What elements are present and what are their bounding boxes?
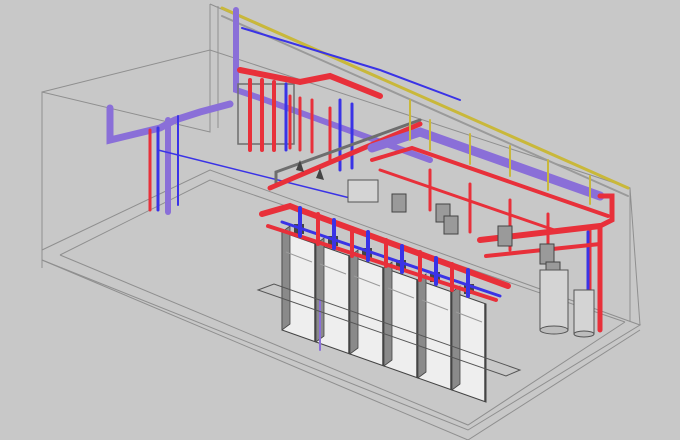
corner-right <box>629 187 641 326</box>
expansion-tank-2 <box>573 289 595 335</box>
boiler-side <box>451 285 461 391</box>
pump-verticals <box>288 94 332 162</box>
pump-5 <box>539 243 555 265</box>
boiler-unit <box>349 248 385 367</box>
boiler-unit <box>383 260 419 379</box>
pump-3 <box>443 215 459 235</box>
mechanical-room-diagram <box>0 0 680 440</box>
boiler-unit <box>315 236 351 355</box>
boiler-unit <box>417 272 453 391</box>
isometric-piping-drawing <box>41 3 642 440</box>
boiler-side <box>349 249 359 355</box>
air-separator <box>347 179 379 203</box>
pump-rack-reds <box>248 78 276 152</box>
supply-diagonal <box>267 121 423 191</box>
expansion-tank-2-base <box>573 330 595 338</box>
header-purple-main <box>367 127 605 201</box>
ceiling-outline <box>41 49 631 189</box>
boiler-side <box>417 273 427 379</box>
pump-1 <box>391 193 407 213</box>
boiler-side <box>383 261 393 367</box>
expansion-tank-1-base <box>539 325 569 335</box>
boiler-unit <box>451 284 487 403</box>
expansion-tank-1 <box>539 269 569 331</box>
pump-rack <box>237 67 423 191</box>
boiler-side <box>281 225 291 331</box>
pump-4 <box>497 225 513 247</box>
